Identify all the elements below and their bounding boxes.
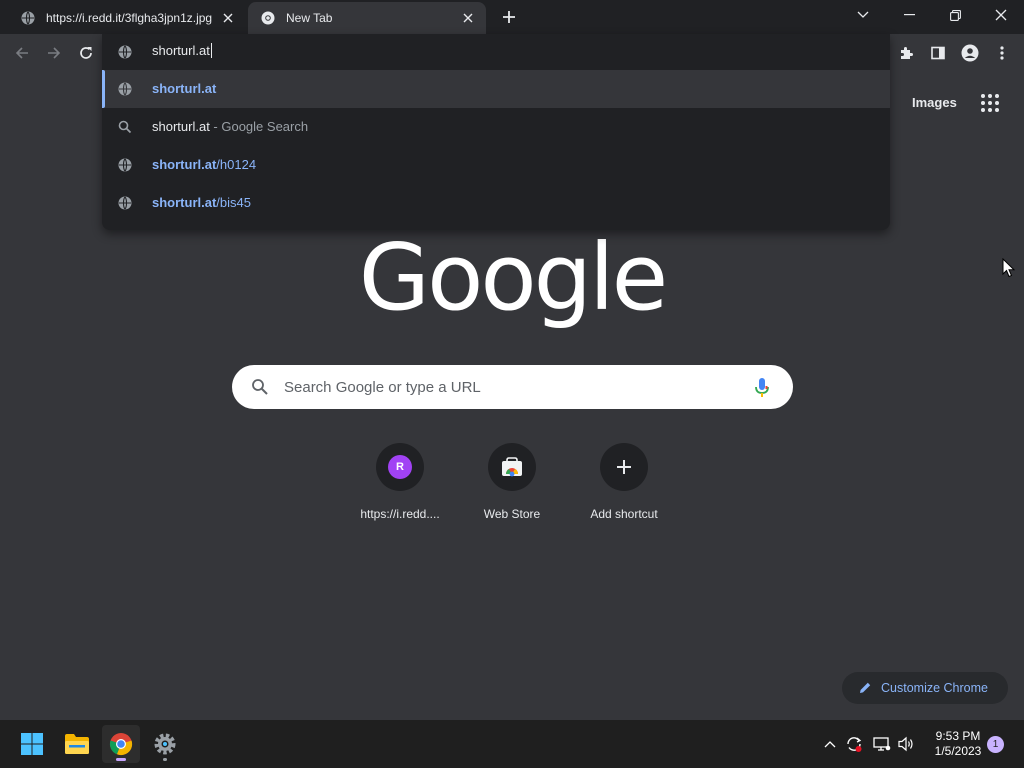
chevron-down-icon [857,11,869,18]
more-vert-icon [1000,46,1004,60]
add-shortcut-button[interactable]: Add shortcut [568,443,680,533]
tab-title: New Tab [286,11,333,25]
running-app-indicator [163,758,167,761]
customize-chrome-button[interactable]: Customize Chrome [842,672,1008,704]
shortcut-web-store[interactable]: Web Store [456,443,568,533]
suggestion-rest: /bis45 [216,195,251,210]
tab-search-button[interactable] [849,4,877,26]
globe-icon [118,45,132,59]
notification-badge[interactable]: 1 [987,736,1004,753]
search-box[interactable]: Search Google or type a URL [232,365,793,409]
tab-new-tab[interactable]: New Tab [248,2,486,34]
customize-label: Customize Chrome [881,681,988,695]
taskbar [0,720,1024,768]
shortcut-icon [488,443,536,491]
globe-icon [20,10,36,26]
reload-icon [80,47,92,59]
person-icon [961,44,979,62]
taskbar-settings[interactable] [146,725,184,763]
globe-icon [118,158,132,172]
pencil-icon [858,681,872,695]
taskbar-file-explorer[interactable] [58,725,96,763]
suggestion-rest: - Google Search [209,119,309,134]
show-hidden-icons-button[interactable] [820,734,840,754]
clock-time: 9:53 PM [935,729,981,743]
apps-grid-icon[interactable] [980,93,1000,113]
clock-date: 1/5/2023 [934,744,982,758]
new-tab-button[interactable] [498,6,520,28]
tab-title: https://i.redd.it/3flgha3jpn1z.jpg [46,11,213,25]
folder-icon [65,734,89,754]
suggestion-match: shorturl.at [152,195,217,210]
volume-icon[interactable] [896,734,916,754]
images-link[interactable]: Images [912,95,957,110]
puzzle-icon [901,47,913,59]
reload-button[interactable] [72,39,100,67]
windows-icon [21,733,43,755]
sync-status-icon[interactable] [844,734,864,754]
back-button[interactable] [8,39,36,67]
chrome-icon [109,733,133,756]
menu-button[interactable] [988,39,1016,67]
shortcut-label: https://i.redd.... [360,507,440,521]
arrow-right-icon [48,47,61,59]
side-panel-icon [931,46,945,60]
search-input[interactable]: Search Google or type a URL [284,379,481,396]
mouse-cursor-icon [1002,257,1016,278]
side-panel-button[interactable] [924,39,952,67]
start-button[interactable] [13,725,51,763]
shortcut-label: Add shortcut [590,507,658,521]
tab-reddit-image[interactable]: https://i.redd.it/3flgha3jpn1z.jpg [8,2,246,34]
gear-icon [154,733,176,755]
forward-button[interactable] [40,39,68,67]
close-icon[interactable] [220,10,236,26]
tab-strip: https://i.redd.it/3flgha3jpn1z.jpg New T… [0,0,1024,34]
plus-icon [503,11,515,23]
omnibox-dropdown: shorturl.at shorturl.at shorturl.at - Go… [102,34,890,230]
extensions-button[interactable] [892,39,920,67]
taskbar-chrome[interactable] [102,725,140,763]
suggestion-item[interactable]: shorturl.at/h0124 [102,146,890,184]
shortcut-icon [600,443,648,491]
close-window-button[interactable] [987,4,1015,26]
profile-button[interactable] [956,39,984,67]
network-icon[interactable] [872,734,892,754]
globe-icon [118,196,132,210]
search-icon [251,378,269,396]
suggestion-match: shorturl.at [152,81,217,96]
web-store-icon [502,457,522,477]
taskbar-clock[interactable]: 9:53 PM 1/5/2023 [926,729,990,759]
close-icon[interactable] [460,10,476,26]
restore-icon [949,9,961,21]
close-icon [995,9,1007,21]
arrow-left-icon [15,47,28,59]
mic-icon[interactable] [754,377,770,399]
shortcut-reddit[interactable]: R https://i.redd.... [344,443,456,533]
suggestion-match: shorturl.at [152,119,210,134]
shortcut-label: Web Store [483,507,541,521]
suggestion-item[interactable]: shorturl.at [102,70,890,108]
search-icon [118,120,132,134]
active-app-indicator [116,758,126,761]
minimize-icon [903,14,915,16]
omnibox-input-row[interactable]: shorturl.at [102,34,890,70]
globe-icon [118,82,132,96]
shortcut-icon: R [376,443,424,491]
chrome-icon [260,10,276,26]
address-input[interactable]: shorturl.at [152,43,212,58]
google-logo: Google [358,223,668,331]
suggestion-item[interactable]: shorturl.at/bis45 [102,184,890,222]
suggestion-rest: /h0124 [216,157,257,172]
browser-window: https://i.redd.it/3flgha3jpn1z.jpg New T… [0,0,1024,768]
avatar: R [388,455,412,479]
minimize-button[interactable] [895,4,923,26]
suggestion-match: shorturl.at [152,157,217,172]
restore-button[interactable] [941,4,969,26]
chevron-up-icon [824,741,836,748]
suggestion-item[interactable]: shorturl.at - Google Search [102,108,890,146]
plus-icon [617,460,631,474]
